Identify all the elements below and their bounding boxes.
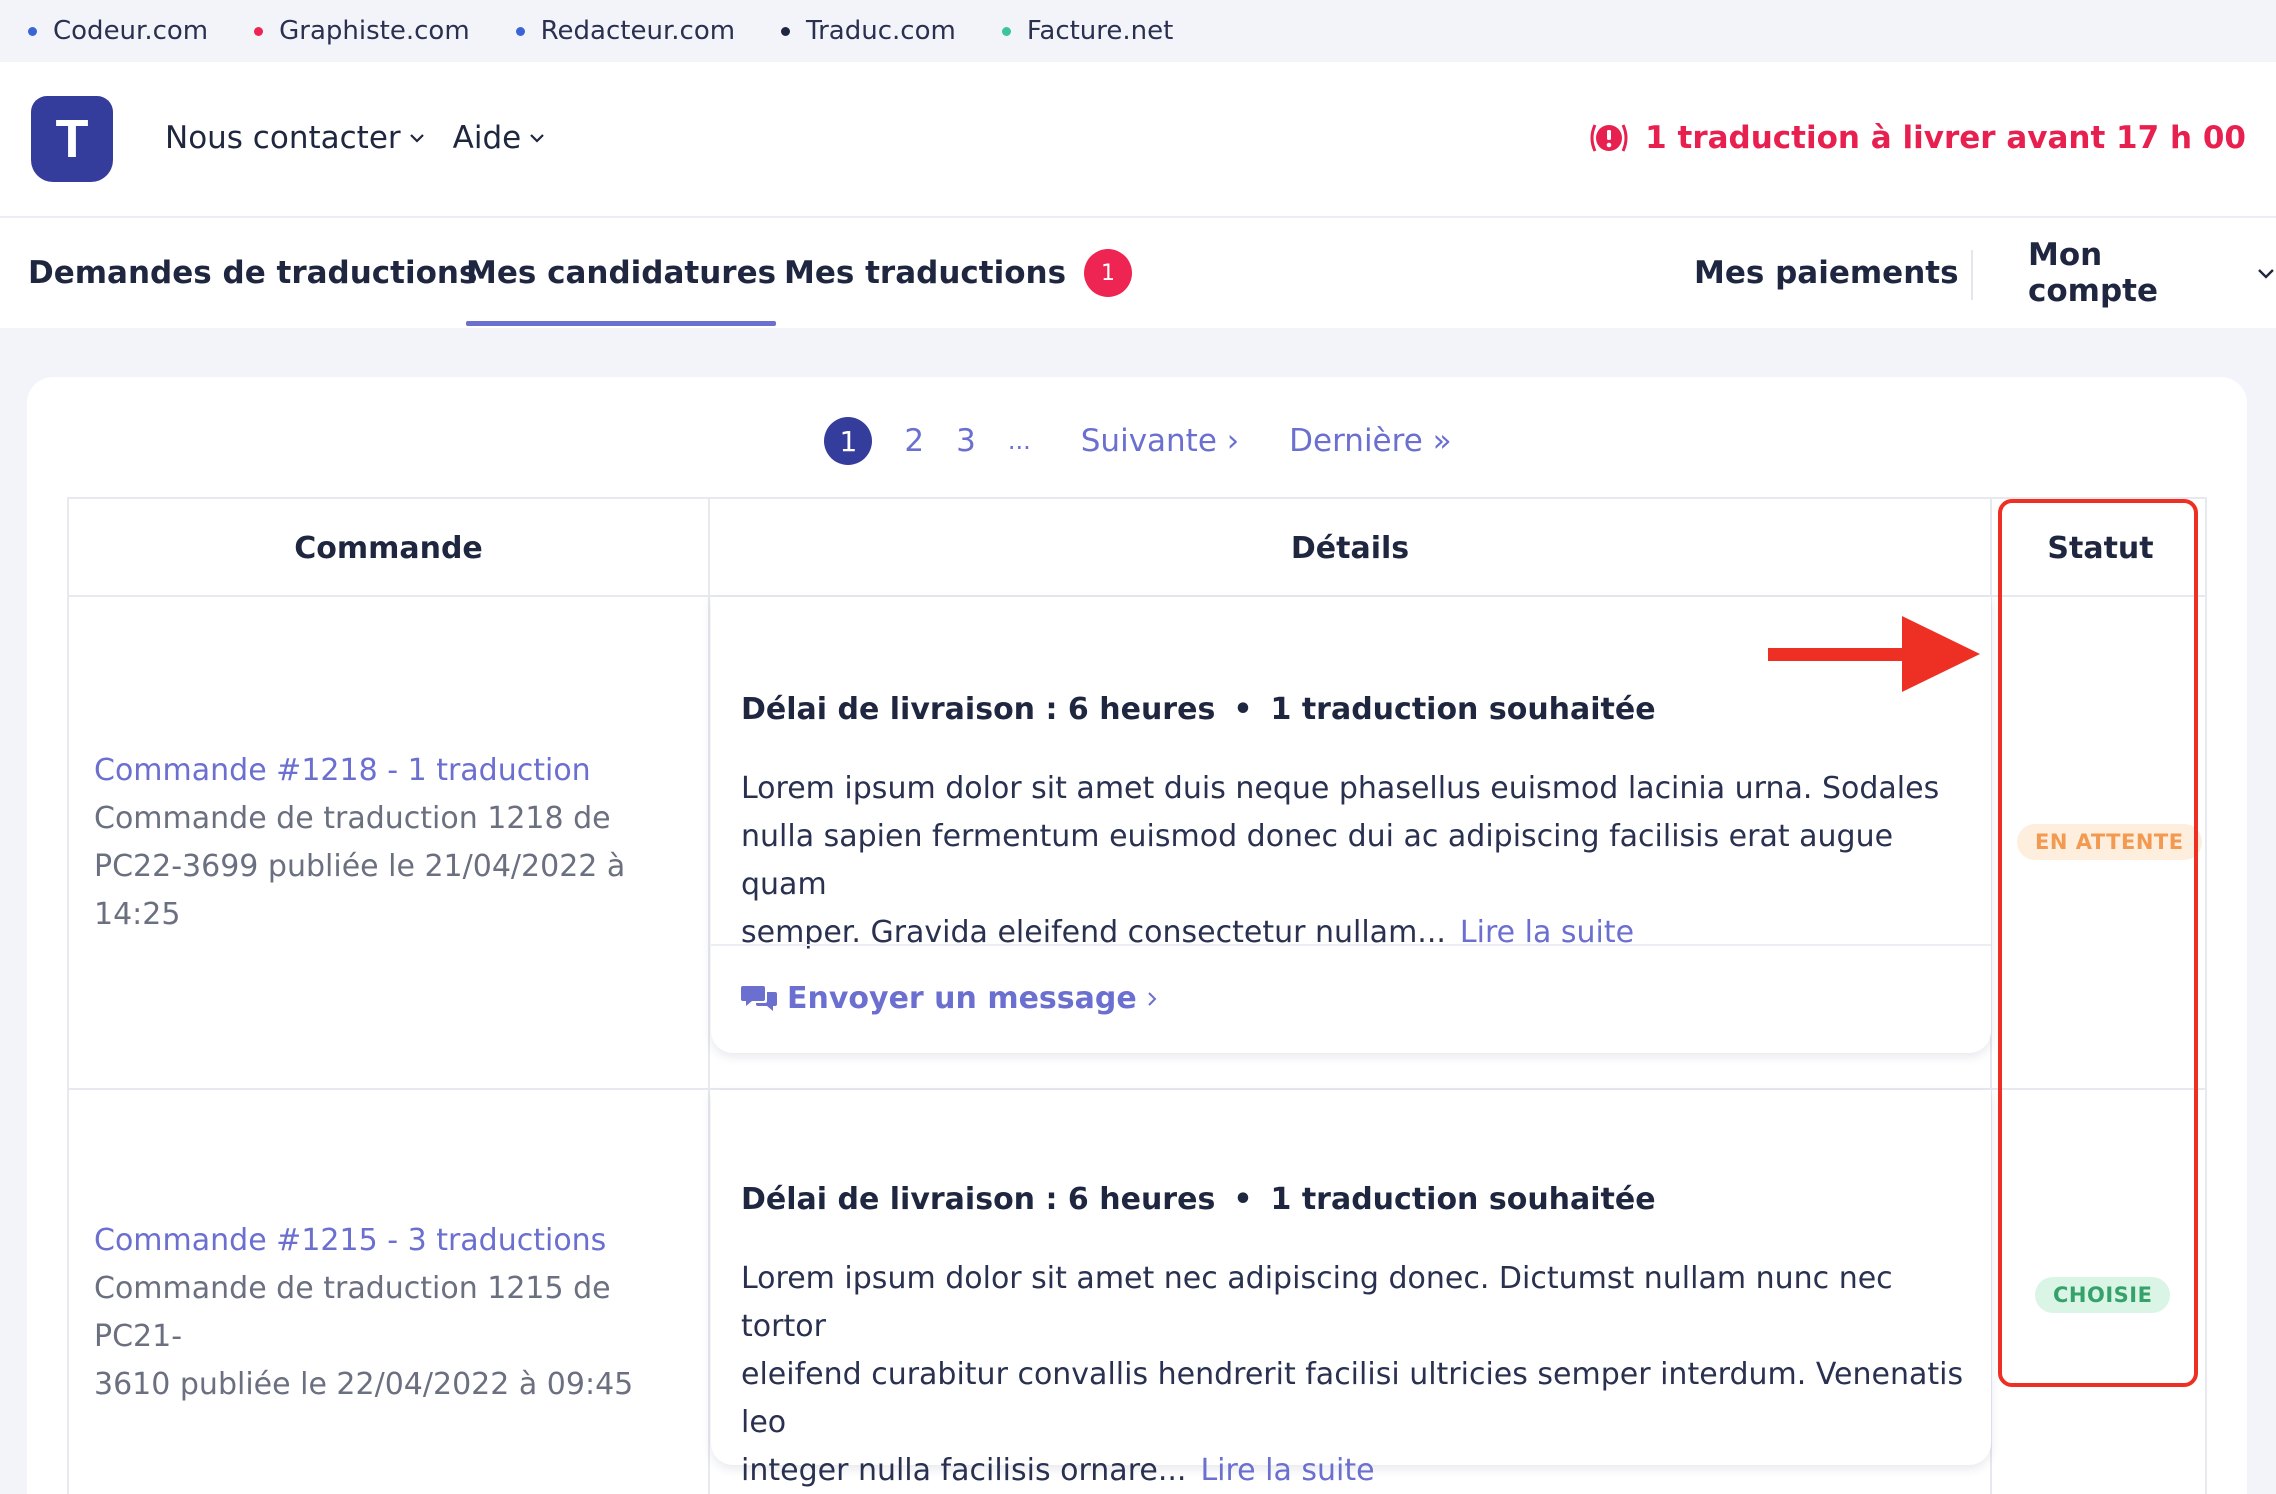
tab-label: Mon compte — [2028, 237, 2159, 309]
order-cell: Commande #1218 - 1 traduction Commande d… — [94, 747, 694, 939]
network-link-label: Facture.net — [1026, 16, 1174, 46]
header-menu: Nous contacter Aide — [165, 120, 573, 156]
delivery-delay: Délai de livraison : 6 heures — [741, 692, 1216, 727]
page-link[interactable]: 3 — [956, 423, 976, 459]
delivery-alert[interactable]: 1 traduction à livrer avant 17 h 00 — [1587, 120, 2246, 156]
contact-menu[interactable]: Nous contacter — [165, 120, 425, 156]
tab-translation-requests[interactable]: Demandes de traductions — [28, 218, 477, 328]
column-divider — [708, 499, 710, 1494]
chevron-down-icon — [530, 134, 544, 143]
order-cell: Commande #1215 - 3 traductions Commande … — [94, 1217, 694, 1409]
order-description-line: Commande de traduction 1215 de PC21- — [94, 1271, 611, 1354]
chevron-down-icon — [409, 134, 424, 143]
next-page-link[interactable]: Suivante › — [1081, 423, 1239, 459]
logo-letter: T — [55, 109, 89, 169]
network-link-label: Codeur.com — [53, 16, 209, 46]
network-link-graphiste[interactable]: Graphiste.com — [254, 16, 470, 46]
column-header-details: Détails — [1290, 530, 1410, 566]
column-header-order: Commande — [294, 530, 483, 566]
translation-count: 1 traduction souhaitée — [1270, 1182, 1656, 1217]
details-text-line: nulla sapien fermentum euismod donec dui… — [741, 819, 1894, 902]
tab-my-applications[interactable]: Mes candidatures — [466, 218, 777, 328]
status-column-highlight — [1998, 499, 2198, 1387]
bullet-dot-icon — [254, 26, 264, 36]
page-link[interactable]: 2 — [904, 423, 924, 459]
notification-badge: 1 — [1084, 249, 1133, 297]
page-current[interactable]: 1 — [824, 417, 873, 465]
bullet-dot-icon — [781, 26, 791, 36]
chevron-right-icon — [1147, 991, 1157, 1006]
order-description-line: 3610 publiée le 22/04/2022 à 09:45 — [94, 1367, 634, 1402]
tab-label: Mes candidatures — [466, 255, 777, 291]
last-page-link[interactable]: Dernière » — [1289, 423, 1451, 459]
alert-icon — [1590, 124, 1628, 152]
network-link-traduc[interactable]: Traduc.com — [781, 16, 956, 46]
order-link[interactable]: Commande #1215 - 3 traductions — [94, 1217, 694, 1265]
nav-divider — [1971, 250, 1973, 300]
bullet-separator: • — [1233, 1182, 1253, 1217]
network-link-label: Redacteur.com — [540, 16, 736, 46]
delivery-delay: Délai de livraison : 6 heures — [741, 1182, 1216, 1217]
bullet-dot-icon — [28, 26, 37, 36]
read-more-link[interactable]: Lire la suite — [1200, 1453, 1374, 1488]
details-text-line: Lorem ipsum dolor sit amet duis neque ph… — [741, 771, 1940, 806]
details-text-line: integer nulla facilisis ornare... — [741, 1453, 1187, 1488]
chevron-down-icon — [2258, 269, 2274, 279]
bullet-separator: • — [1233, 692, 1253, 727]
network-link-label: Graphiste.com — [279, 16, 470, 46]
details-text: Lorem ipsum dolor sit amet duis neque ph… — [741, 765, 1971, 957]
network-bar: Codeur.com Graphiste.com Redacteur.com T… — [0, 0, 2276, 62]
order-description-line: PC22-3699 publiée le 21/04/2022 à — [94, 849, 626, 884]
tab-my-translations[interactable]: Mes traductions 1 — [784, 218, 1133, 328]
main-nav: Demandes de traductions Mes candidatures… — [0, 218, 2276, 328]
alert-text: 1 traduction à livrer avant 17 h 00 — [1645, 120, 2246, 156]
send-message-link[interactable]: Envoyer un message — [741, 981, 1159, 1016]
details-divider — [711, 944, 1991, 946]
details-text-line: eleifend curabitur convallis hendrerit f… — [741, 1357, 1964, 1440]
details-header: Délai de livraison : 6 heures • 1 traducti… — [741, 692, 1656, 727]
network-link-label: Traduc.com — [806, 16, 956, 46]
order-link[interactable]: Commande #1218 - 1 traduction — [94, 747, 694, 795]
network-link-codeur[interactable]: Codeur.com — [28, 16, 208, 46]
send-message-label: Envoyer un message — [787, 981, 1137, 1016]
chat-bubbles-icon — [741, 985, 777, 1011]
page-ellipsis: ... — [1007, 427, 1031, 455]
tab-label: Mes traductions — [784, 255, 1067, 291]
network-link-facture[interactable]: Facture.net — [1001, 16, 1174, 46]
contact-menu-label: Nous contacter — [165, 120, 401, 156]
red-arrow-icon — [1768, 616, 1980, 692]
help-menu[interactable]: Aide — [453, 120, 546, 156]
order-description-line: 14:25 — [94, 897, 181, 932]
details-text-line: Lorem ipsum dolor sit amet nec adipiscin… — [741, 1261, 1893, 1344]
traduc-logo[interactable]: T — [31, 96, 113, 182]
network-link-redacteur[interactable]: Redacteur.com — [515, 16, 736, 46]
site-header: T Nous contacter Aide 1 traduction à liv… — [0, 62, 2276, 218]
bullet-dot-icon — [515, 26, 525, 36]
details-card: Délai de livraison : 6 heures • 1 traducti… — [711, 1090, 1991, 1488]
bullet-dot-icon — [1001, 26, 1011, 36]
details-text: Lorem ipsum dolor sit amet nec adipiscin… — [741, 1255, 1971, 1494]
help-menu-label: Aide — [452, 120, 522, 156]
translation-count: 1 traduction souhaitée — [1270, 692, 1656, 727]
tab-label: Mes paiements — [1694, 255, 1959, 291]
pagination: 1 2 3 ... Suivante › Dernière » — [0, 417, 2276, 465]
order-description-line: Commande de traduction 1218 de — [94, 801, 611, 836]
account-menu[interactable]: Mon compte — [2028, 218, 2276, 328]
details-header: Délai de livraison : 6 heures • 1 traducti… — [741, 1182, 1656, 1217]
tab-my-payments[interactable]: Mes paiements — [1694, 218, 1959, 328]
tab-label: Demandes de traductions — [28, 255, 478, 291]
